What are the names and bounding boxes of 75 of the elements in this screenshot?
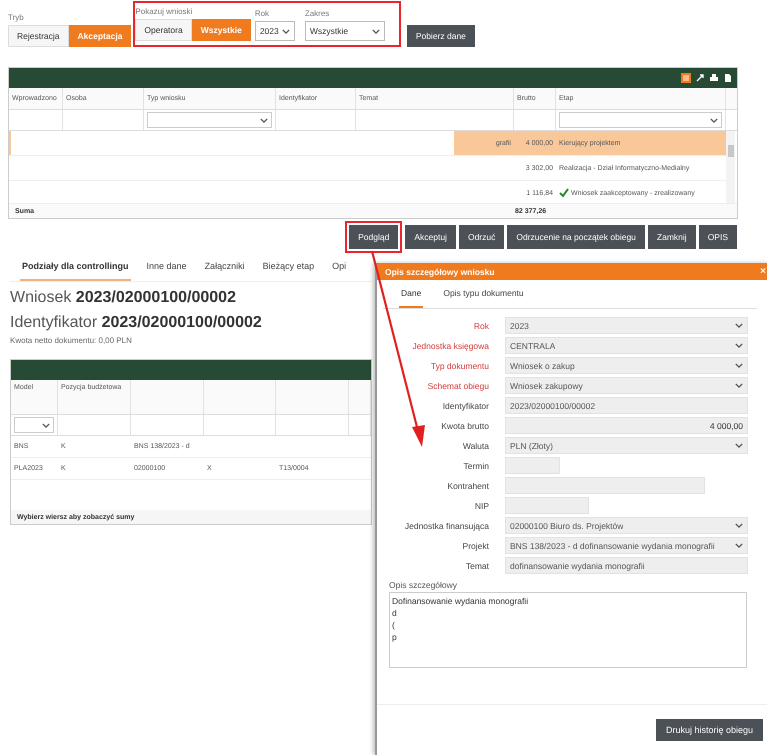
print-icon[interactable] [709,73,719,83]
tab[interactable]: Opis typu dokumentu [441,288,526,308]
tab[interactable]: Bieżący etap [260,261,316,281]
select-field[interactable]: PLN (Złoty) [505,437,748,454]
field-label: Jednostka finansująca [404,520,489,530]
chevron-icon [735,543,743,548]
tab[interactable]: Załączniki [202,261,247,281]
filter-select[interactable] [14,417,54,433]
field-label: NIP [474,500,489,510]
chevron-icon [735,523,743,528]
request-title: Wniosek 2023/02000100/00002 [10,288,237,307]
mode-toggle[interactable]: Rejestracja [8,25,69,47]
field-label: Rok [472,320,489,330]
expand-icon[interactable] [695,73,705,83]
tab[interactable]: Inne dane [144,261,189,281]
filter-select[interactable] [147,112,272,128]
mode-label: Tryb [8,13,25,23]
field-label: Kontrahent [446,480,489,490]
range-select[interactable]: Wszystkie [304,21,385,41]
action-button[interactable]: Odrzucenie na początek obiegu [507,225,645,249]
field-label: Schemat obiegu [426,380,489,390]
field-label: Temat [464,560,489,570]
input-field[interactable] [505,477,705,494]
chevron-icon [735,343,743,348]
fetch-button[interactable]: Pobierz dane [406,25,475,47]
filter-select[interactable] [559,112,722,128]
year-select[interactable]: 2023 [254,21,295,41]
chevron-icon [42,422,50,428]
show-label: Pokazuj wnioski [135,7,194,17]
tab[interactable]: Dane [399,288,424,308]
field-label: Projekt [462,540,489,550]
chevron-icon [372,28,380,34]
select-field[interactable]: Wniosek o zakup [505,357,748,374]
action-button[interactable]: Akceptuj [405,225,456,249]
chevron-icon [282,28,290,34]
year-label: Rok [254,9,270,19]
action-button[interactable]: Zamknij [648,225,696,249]
chevron-icon [260,118,268,122]
chevron-icon [735,363,743,368]
input-field[interactable]: dofinansowanie wydania monografii [505,557,748,574]
field-label: Waluta [462,440,489,450]
input-field[interactable]: 2023/02000100/00002 [505,397,748,414]
dialog-title: Opis szczegółowy wniosku [385,266,495,276]
select-field[interactable]: CENTRALA [505,337,748,354]
description-field[interactable]: Dofinansowanie wydania monografii d ( p [389,592,747,668]
input-field[interactable] [505,457,560,474]
tab[interactable]: Opi [330,261,348,281]
print-history-button[interactable]: Drukuj historię obiegu [656,719,763,741]
export-icon[interactable] [723,73,733,83]
tab[interactable]: Podziały dla controllingu [20,261,131,281]
net-amount: Kwota netto dokumentu: 0,00 PLN [10,336,133,345]
select-field[interactable]: BNS 138/2023 - d dofinansowanie wydania monografii [505,537,748,554]
field-label: Kwota brutto [440,420,489,430]
select-field[interactable]: Wniosek zakupowy [505,377,748,394]
chevron-icon [735,443,743,448]
input-field[interactable] [505,497,589,514]
input-field[interactable]: 4 000,00 [505,417,748,434]
field-label: Identyfikator [442,400,489,410]
menu-icon[interactable] [681,73,691,83]
select-field[interactable]: 02000100 Biuro ds. Projektów [505,517,748,534]
action-button[interactable]: OPIS [698,225,737,249]
range-label: Zakres [304,9,330,19]
action-button[interactable]: Podgląd [349,225,398,249]
select-field[interactable]: 2023 [505,317,748,334]
field-label: Typ dokumentu [430,360,489,370]
chevron-icon [710,118,718,122]
description-label: Opis szczegółowy [389,580,458,590]
identifier-title: Identyfikator 2023/02000100/00002 [10,313,263,332]
field-label: Termin [462,460,489,470]
chevron-icon [735,383,743,388]
field-label: Jednostka księgowa [411,340,489,350]
action-button[interactable]: Odrzuć [458,225,504,249]
show-toggle[interactable]: Operatora [135,19,192,41]
chevron-icon [735,323,743,328]
scrollbar[interactable] [726,131,735,203]
